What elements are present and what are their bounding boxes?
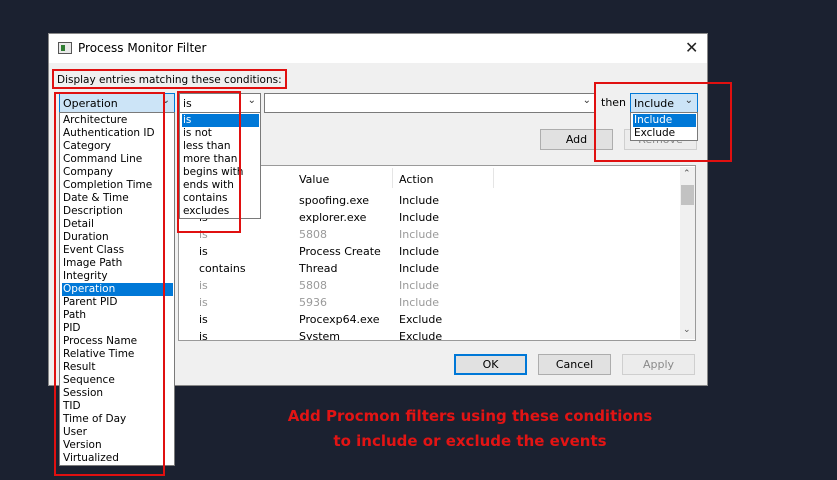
cell-value: explorer.exe bbox=[299, 211, 367, 224]
caption-line-2: to include or exclude the events bbox=[333, 432, 607, 450]
cell-relation: is bbox=[199, 313, 208, 326]
conditions-label-highlight bbox=[52, 69, 287, 89]
cell-action: Include bbox=[399, 245, 440, 258]
cell-action: Include bbox=[399, 279, 440, 292]
scroll-thumb[interactable] bbox=[681, 185, 694, 205]
cell-relation: is bbox=[199, 296, 208, 309]
cell-value: Thread bbox=[299, 262, 338, 275]
cell-action: Include bbox=[399, 211, 440, 224]
cell-value: 5936 bbox=[299, 296, 327, 309]
scroll-down-icon[interactable]: ⌄ bbox=[683, 325, 691, 335]
cell-value: Procexp64.exe bbox=[299, 313, 380, 326]
table-row[interactable]: is Process Create Include bbox=[179, 244, 695, 260]
cell-relation: is bbox=[199, 245, 208, 258]
column-header-action[interactable]: Action bbox=[399, 173, 433, 186]
caption-line-1: Add Procmon filters using these conditio… bbox=[287, 407, 653, 425]
cell-value: spoofing.exe bbox=[299, 194, 370, 207]
filter-list-scrollbar[interactable]: ⌃ ⌄ bbox=[680, 167, 695, 339]
scroll-up-icon[interactable]: ⌃ bbox=[683, 169, 691, 179]
table-row[interactable]: is System Exclude bbox=[179, 329, 695, 341]
column-header-value[interactable]: Value bbox=[299, 173, 329, 186]
cell-action: Include bbox=[399, 296, 440, 309]
cell-action: Include bbox=[399, 194, 440, 207]
apply-button[interactable]: Apply bbox=[622, 354, 695, 375]
cell-value: Process Create bbox=[299, 245, 381, 258]
cell-relation: is bbox=[199, 279, 208, 292]
table-row[interactable]: is 5808 Include bbox=[179, 227, 695, 243]
table-row[interactable]: is 5808 Include bbox=[179, 278, 695, 294]
close-icon[interactable]: ✕ bbox=[685, 38, 698, 57]
cell-action: Include bbox=[399, 262, 440, 275]
title-bar[interactable]: Process Monitor Filter ✕ bbox=[49, 34, 707, 63]
chevron-down-icon[interactable]: ⌄ bbox=[583, 95, 591, 106]
table-row[interactable]: is 5936 Include bbox=[179, 295, 695, 311]
column-divider[interactable] bbox=[493, 168, 494, 188]
chevron-down-icon[interactable]: ⌄ bbox=[248, 95, 256, 106]
table-row[interactable]: contains Thread Include bbox=[179, 261, 695, 277]
cell-relation: is bbox=[199, 330, 208, 341]
cell-value: System bbox=[299, 330, 341, 341]
action-highlight-box bbox=[594, 82, 732, 162]
cell-value: 5808 bbox=[299, 279, 327, 292]
value-combo[interactable]: ⌄ bbox=[264, 93, 596, 113]
relation-highlight-box bbox=[177, 91, 241, 233]
column-highlight-box bbox=[54, 92, 165, 476]
window-title: Process Monitor Filter bbox=[78, 41, 207, 55]
table-row[interactable]: is Procexp64.exe Exclude bbox=[179, 312, 695, 328]
cell-value: 5808 bbox=[299, 228, 327, 241]
cell-action: Exclude bbox=[399, 330, 443, 341]
cell-action: Include bbox=[399, 228, 440, 241]
cell-action: Exclude bbox=[399, 313, 443, 326]
procmon-app-icon bbox=[58, 42, 72, 54]
column-divider[interactable] bbox=[392, 168, 393, 188]
cancel-button[interactable]: Cancel bbox=[538, 354, 611, 375]
cell-relation: contains bbox=[199, 262, 246, 275]
ok-button[interactable]: OK bbox=[454, 354, 527, 375]
